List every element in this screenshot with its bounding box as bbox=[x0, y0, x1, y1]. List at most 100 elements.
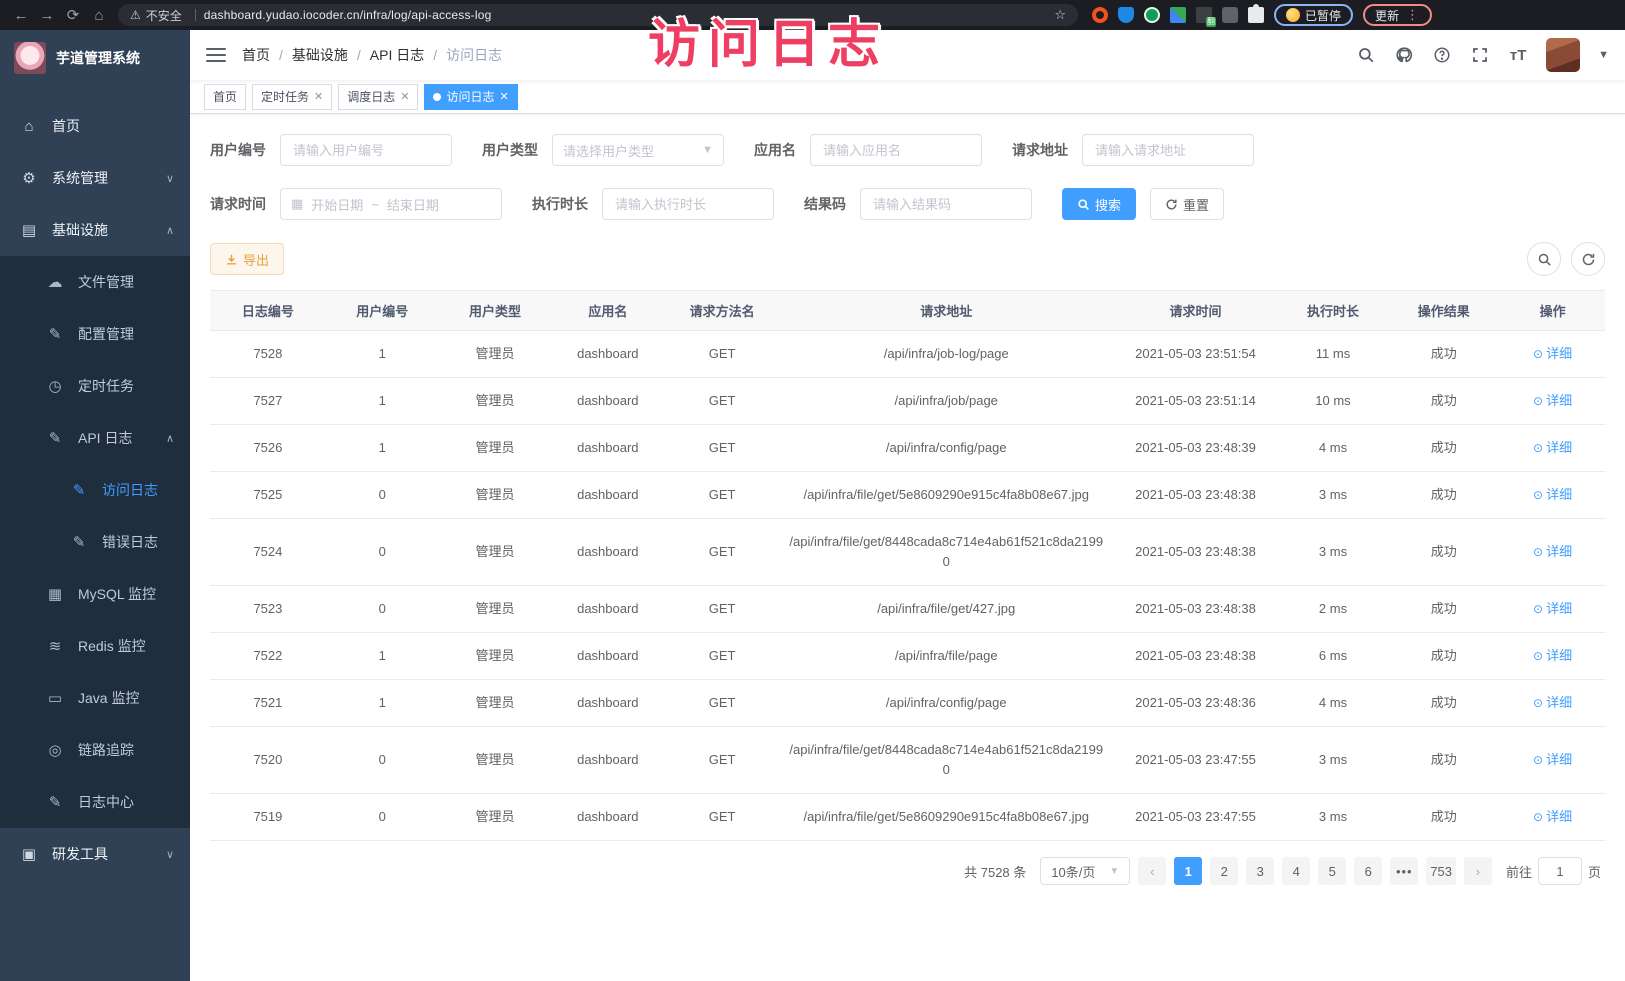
page-button-4[interactable]: 4 bbox=[1282, 857, 1310, 885]
page-button-5[interactable]: 5 bbox=[1318, 857, 1346, 885]
tab-调度日志[interactable]: 调度日志✕ bbox=[338, 84, 418, 110]
hamburger-icon[interactable] bbox=[206, 48, 226, 62]
detail-label: 详细 bbox=[1546, 752, 1572, 767]
github-icon[interactable] bbox=[1394, 45, 1414, 65]
detail-link[interactable]: ⊙详细 bbox=[1533, 648, 1572, 663]
sidebar-item-infra[interactable]: ▤基础设施∧ bbox=[0, 204, 190, 256]
sidebar-item-home[interactable]: ⌂首页 bbox=[0, 100, 190, 152]
sidebar-item-redis[interactable]: ≋Redis 监控 bbox=[0, 620, 190, 672]
close-icon[interactable]: ✕ bbox=[314, 90, 323, 103]
prev-page-button[interactable]: ‹ bbox=[1138, 857, 1166, 885]
browser-back-icon[interactable]: ← bbox=[8, 7, 34, 24]
cell-duration: 11 ms bbox=[1279, 331, 1388, 378]
extension-icon[interactable] bbox=[1092, 7, 1108, 23]
table-body: 75281管理员dashboardGET/api/infra/job-log/p… bbox=[210, 331, 1605, 841]
chevron-up-icon: ∧ bbox=[166, 224, 174, 237]
refresh-table-button[interactable] bbox=[1571, 242, 1605, 276]
column-header: 用户编号 bbox=[326, 291, 439, 331]
font-size-icon[interactable]: ᴛT bbox=[1508, 45, 1528, 65]
browser-home-icon[interactable]: ⌂ bbox=[86, 7, 112, 24]
reset-button[interactable]: 重置 bbox=[1150, 188, 1224, 220]
sidebar-item-trace[interactable]: ◎链路追踪 bbox=[0, 724, 190, 776]
search-icon[interactable] bbox=[1356, 45, 1376, 65]
tab-首页[interactable]: 首页 bbox=[204, 84, 246, 110]
cell-id: 7526 bbox=[210, 425, 326, 472]
extension-icon[interactable] bbox=[1170, 7, 1186, 23]
profile-paused-badge[interactable]: 已暂停 bbox=[1274, 4, 1353, 26]
sidebar-item-log-center[interactable]: ✎日志中心 bbox=[0, 776, 190, 828]
page-button-3[interactable]: 3 bbox=[1246, 857, 1274, 885]
monitor-icon: ▭ bbox=[46, 689, 64, 707]
cell-duration: 3 ms bbox=[1279, 472, 1388, 519]
sidebar-item-system[interactable]: ⚙系统管理∨ bbox=[0, 152, 190, 204]
tab-定时任务[interactable]: 定时任务✕ bbox=[252, 84, 332, 110]
sidebar-item-job[interactable]: ◷定时任务 bbox=[0, 360, 190, 412]
page-button-1[interactable]: 1 bbox=[1174, 857, 1202, 885]
page-size-select[interactable]: 10条/页 ▼ bbox=[1040, 857, 1130, 885]
close-icon[interactable]: ✕ bbox=[400, 90, 409, 103]
sidebar-item-java[interactable]: ▭Java 监控 bbox=[0, 672, 190, 724]
goto-page-input[interactable] bbox=[1538, 857, 1582, 885]
address-bar[interactable]: ⚠ 不安全 dashboard.yudao.iocoder.cn/infra/l… bbox=[118, 4, 1078, 26]
request-url-input[interactable] bbox=[1082, 134, 1254, 166]
browser-forward-icon[interactable]: → bbox=[34, 7, 60, 24]
breadcrumb-item[interactable]: API 日志 bbox=[370, 45, 424, 65]
extension-icon[interactable] bbox=[1118, 7, 1134, 23]
bookmark-star-icon[interactable]: ☆ bbox=[1054, 7, 1066, 23]
cell-time: 2021-05-03 23:48:38 bbox=[1112, 586, 1278, 633]
detail-link[interactable]: ⊙详细 bbox=[1533, 809, 1572, 824]
breadcrumb-item[interactable]: 首页 bbox=[242, 45, 270, 65]
extension-icon[interactable] bbox=[1222, 7, 1238, 23]
more-pages-icon[interactable]: ••• bbox=[1390, 857, 1418, 885]
browser-reload-icon[interactable]: ⟳ bbox=[60, 6, 86, 24]
sidebar-item-mysql[interactable]: ▦MySQL 监控 bbox=[0, 568, 190, 620]
app-name-input[interactable] bbox=[810, 134, 982, 166]
sidebar-item-api-log[interactable]: ✎API 日志∧ bbox=[0, 412, 190, 464]
request-time-range-picker[interactable]: ▦ 开始日期 ~ 结束日期 bbox=[280, 188, 502, 220]
table-header-row: 日志编号用户编号用户类型应用名请求方法名请求地址请求时间执行时长操作结果操作 bbox=[210, 291, 1605, 331]
help-icon[interactable] bbox=[1432, 45, 1452, 65]
cell-url: /api/infra/file/get/5e8609290e915c4fa8b0… bbox=[780, 794, 1112, 841]
duration-input[interactable] bbox=[602, 188, 774, 220]
cell-id: 7527 bbox=[210, 378, 326, 425]
detail-link[interactable]: ⊙详细 bbox=[1533, 752, 1572, 767]
user-id-input[interactable] bbox=[280, 134, 452, 166]
detail-link[interactable]: ⊙详细 bbox=[1533, 487, 1572, 502]
sidebar-item-dev-tools[interactable]: ▣研发工具∨ bbox=[0, 828, 190, 880]
detail-link[interactable]: ⊙详细 bbox=[1533, 440, 1572, 455]
sidebar-item-file[interactable]: ☁文件管理 bbox=[0, 256, 190, 308]
detail-link[interactable]: ⊙详细 bbox=[1533, 601, 1572, 616]
fullscreen-icon[interactable] bbox=[1470, 45, 1490, 65]
browser-menu-icon[interactable]: ⋮ bbox=[1406, 7, 1420, 23]
cell-result: 成功 bbox=[1387, 586, 1500, 633]
search-button[interactable]: 搜索 bbox=[1062, 188, 1136, 220]
page-button-6[interactable]: 6 bbox=[1354, 857, 1382, 885]
export-button[interactable]: 导出 bbox=[210, 243, 284, 275]
cell-user_id: 1 bbox=[326, 378, 439, 425]
sidebar-item-error-log[interactable]: ✎错误日志 bbox=[0, 516, 190, 568]
extensions-puzzle-icon[interactable] bbox=[1248, 7, 1264, 23]
translate-extension-icon[interactable] bbox=[1196, 7, 1212, 23]
sidebar-item-config[interactable]: ✎配置管理 bbox=[0, 308, 190, 360]
page-button-753[interactable]: 753 bbox=[1426, 857, 1456, 885]
detail-link[interactable]: ⊙详细 bbox=[1533, 695, 1572, 710]
detail-link[interactable]: ⊙详细 bbox=[1533, 393, 1572, 408]
user-menu-caret-icon[interactable]: ▼ bbox=[1598, 49, 1609, 61]
browser-update-button[interactable]: 更新 ⋮ bbox=[1363, 4, 1432, 26]
user-avatar[interactable] bbox=[1546, 38, 1580, 72]
eye-icon: ⊙ bbox=[1533, 602, 1543, 616]
sidebar-item-access-log[interactable]: ✎访问日志 bbox=[0, 464, 190, 516]
page-button-2[interactable]: 2 bbox=[1210, 857, 1238, 885]
detail-link[interactable]: ⊙详细 bbox=[1533, 346, 1572, 361]
user-type-select[interactable]: 请选择用户类型 ▼ bbox=[552, 134, 724, 166]
result-code-input[interactable] bbox=[860, 188, 1032, 220]
cell-time: 2021-05-03 23:48:38 bbox=[1112, 519, 1278, 586]
close-icon[interactable]: ✕ bbox=[500, 90, 509, 103]
next-page-button[interactable]: › bbox=[1464, 857, 1492, 885]
toggle-search-button[interactable] bbox=[1527, 242, 1561, 276]
app-logo[interactable]: 芋道管理系统 bbox=[0, 30, 190, 86]
breadcrumb-item[interactable]: 基础设施 bbox=[292, 45, 348, 65]
detail-link[interactable]: ⊙详细 bbox=[1533, 544, 1572, 559]
extension-icon[interactable] bbox=[1144, 7, 1160, 23]
tab-访问日志[interactable]: 访问日志✕ bbox=[424, 84, 517, 110]
